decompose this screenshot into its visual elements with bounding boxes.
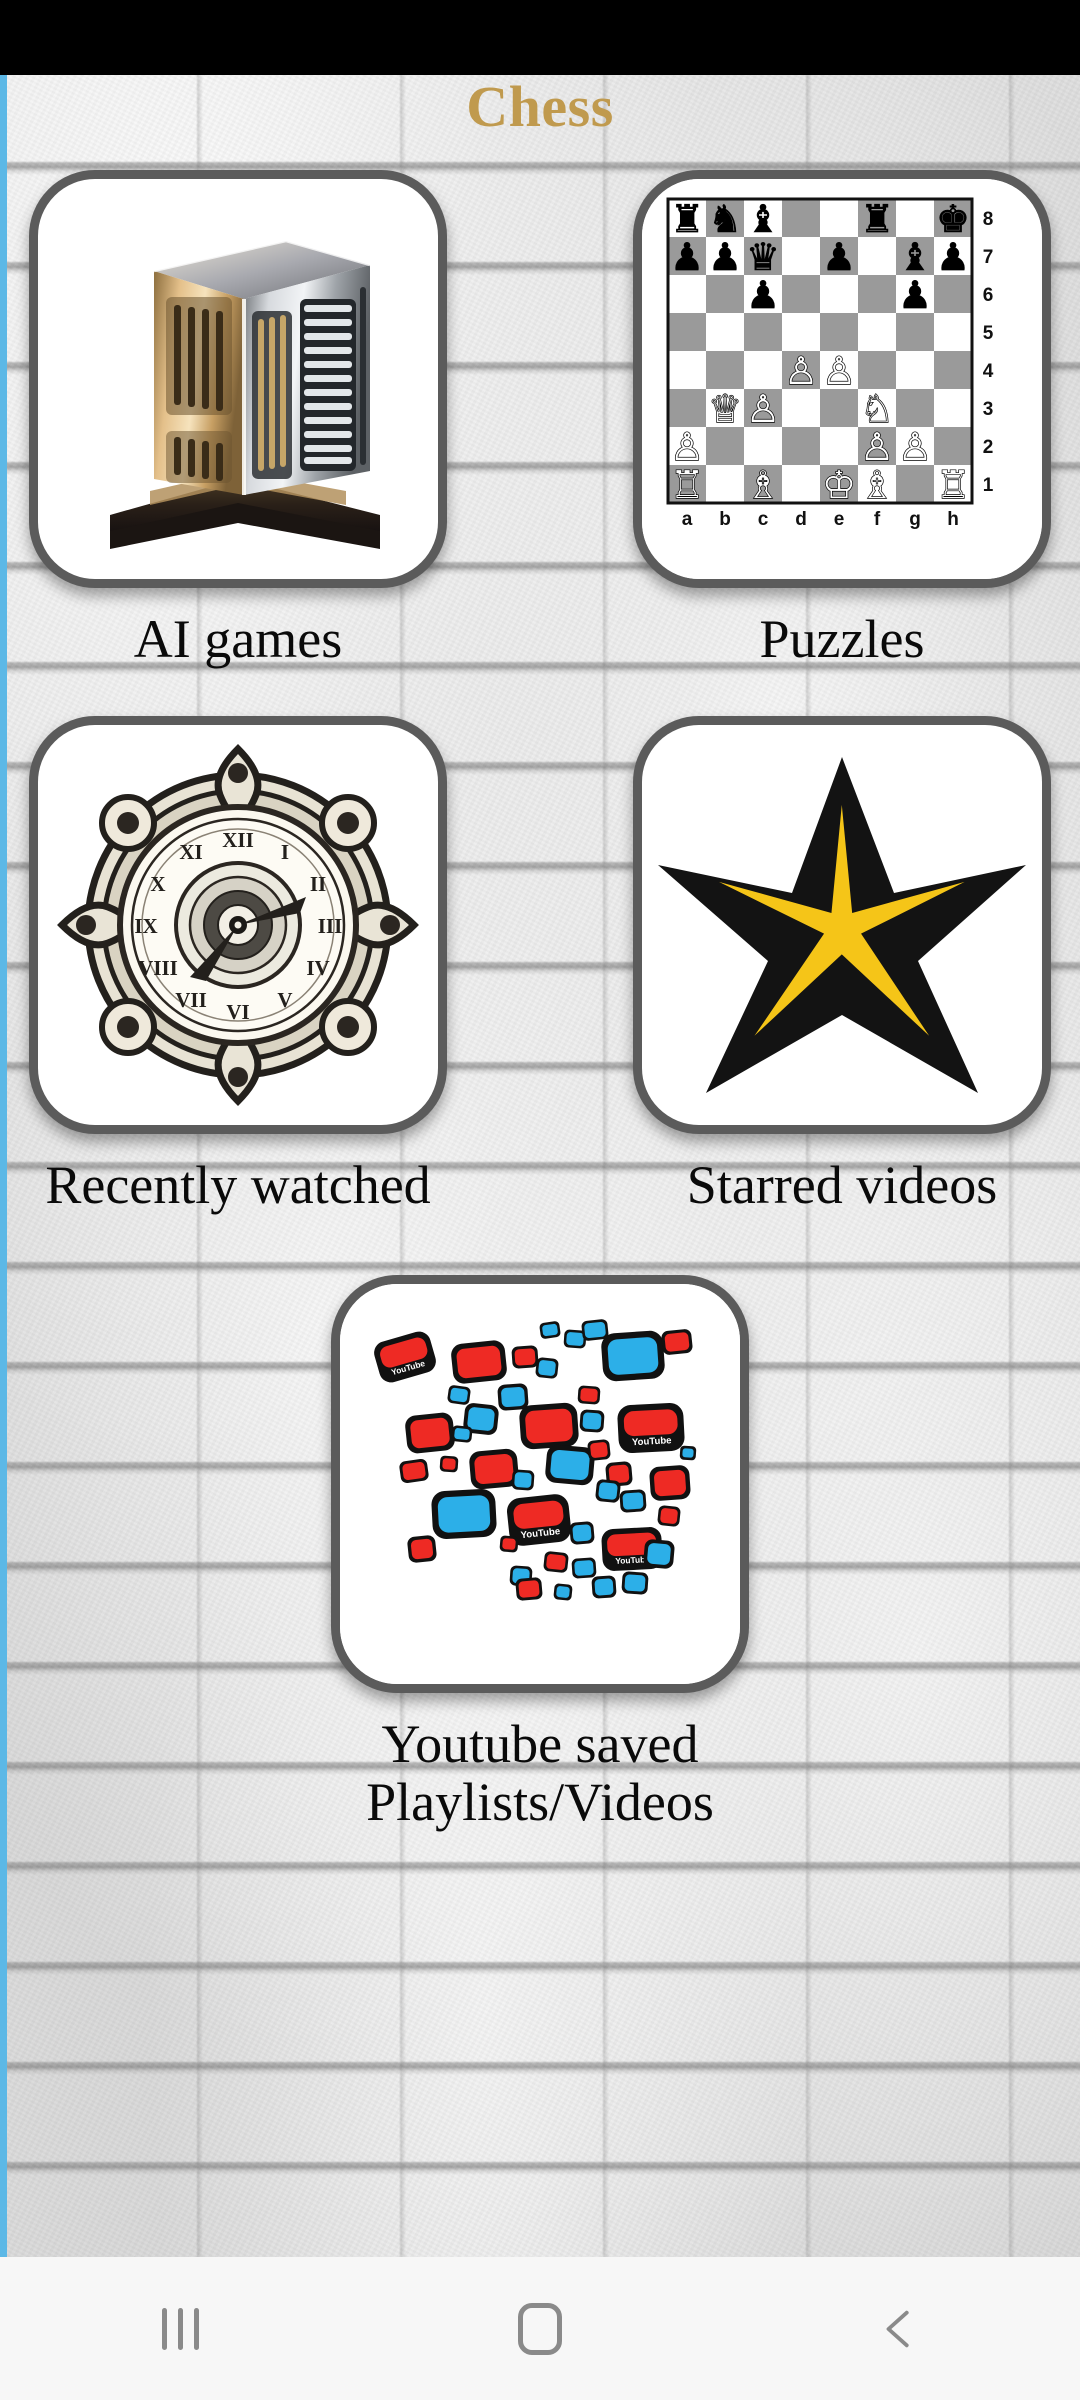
svg-text:♟: ♟ [746,273,780,317]
svg-text:VII: VII [175,988,207,1012]
svg-text:g: g [909,509,921,530]
tile-starred-videos[interactable]: Starred videos [633,716,1051,1216]
nav-recents-button[interactable] [0,2257,360,2400]
svg-text:♟: ♟ [936,235,970,279]
svg-text:8: 8 [983,209,994,230]
star-icon [658,757,1026,1094]
svg-text:♕: ♕ [708,387,742,431]
svg-text:I: I [281,840,289,864]
ornate-clock-icon: XII I II III IV V VI VII VIII IX X XI [57,744,419,1107]
svg-text:VIII: VIII [138,956,178,980]
svg-text:X: X [150,872,165,896]
svg-text:e: e [834,509,845,530]
svg-text:♙: ♙ [784,349,818,393]
svg-text:♜: ♜ [860,197,894,241]
svg-text:7: 7 [983,247,994,268]
svg-text:♙: ♙ [898,425,932,469]
server-tower-icon [110,239,380,549]
svg-text:IX: IX [134,914,157,938]
svg-text:h: h [947,509,959,530]
svg-text:c: c [758,509,769,530]
tile-puzzles[interactable]: ♜ ♞ ♝ ♜ ♚ ♟ ♟ ♛ ♟ ♝ ♟ ♟ ♟ ♙ ♙ ♕ ♙ ♘ ♙ ♙ ♙ ♖ ♗ ♔ ♗ ♖ 87654321abcde… [633,170,1051,668]
tiles-row: XII I II III IV V VI VII VIII IX X XI Re… [0,716,1080,1216]
svg-text:5: 5 [983,323,994,344]
tile-recently-watched-card[interactable]: XII I II III IV V VI VII VIII IX X XI [29,716,447,1135]
svg-text:IV: IV [306,956,329,980]
svg-text:♙: ♙ [822,349,856,393]
nav-home-button[interactable] [360,2257,720,2400]
tile-youtube-saved-card[interactable]: YouTube YouTube YouTube YouTube [331,1274,749,1693]
svg-text:d: d [795,509,807,530]
tile-label: Puzzles [759,609,925,669]
svg-text:♗: ♗ [860,463,894,507]
tile-ai-games[interactable]: AI games [29,170,447,668]
home-icon [518,2302,562,2355]
svg-text:II: II [310,872,326,896]
svg-text:♗: ♗ [746,463,780,507]
svg-text:♟: ♟ [822,235,856,279]
svg-text:♟: ♟ [898,273,932,317]
svg-text:a: a [682,509,693,530]
tile-recently-watched[interactable]: XII I II III IV V VI VII VIII IX X XI Re… [29,716,447,1216]
youtube-collage-icon: YouTubeYouTubeYouTubeYouTube [340,1283,740,1684]
svg-text:YouTube: YouTube [632,1435,672,1448]
nav-back-button[interactable] [720,2257,1080,2400]
tile-label: Youtube saved Playlists/Videos [366,1713,714,1832]
svg-text:III: III [318,914,343,938]
svg-text:b: b [719,509,731,530]
svg-text:♖: ♖ [936,463,970,507]
back-chevron-icon [886,2310,909,2347]
phone-screen: Chess AI games ♜ ♞ ♝ ♜ ♚ ♟ ♟ ♛ ♟ ♝ ♟ ♟ ♟… [0,0,1080,2400]
tile-puzzles-card[interactable]: ♜ ♞ ♝ ♜ ♚ ♟ ♟ ♛ ♟ ♝ ♟ ♟ ♟ ♙ ♙ ♕ ♙ ♘ ♙ ♙ ♙ ♖ ♗ ♔ ♗ ♖ 87654321abcde… [633,170,1051,588]
tile-starred-videos-card[interactable] [633,716,1051,1135]
svg-text:VI: VI [226,1000,249,1024]
svg-text:♙: ♙ [746,387,780,431]
page-title: Chess [466,74,614,139]
svg-text:f: f [874,509,881,530]
svg-text:V: V [277,988,292,1012]
svg-text:2: 2 [983,437,994,458]
tiles-grid: AI games ♜ ♞ ♝ ♜ ♚ ♟ ♟ ♛ ♟ ♝ ♟ ♟ ♟ ♙ ♙ ♕ ♙ ♘ ♙ ♙ ♙ ♖ ♗ ♔ ♗ ♖ 8765… [0,170,1080,1831]
svg-text:XII: XII [222,828,254,852]
svg-text:6: 6 [983,285,994,306]
tile-label: Starred videos [686,1155,998,1216]
svg-text:♟: ♟ [670,235,704,279]
recents-icon [161,2307,199,2350]
tile-label: Recently watched [45,1155,431,1216]
svg-text:4: 4 [983,361,994,382]
svg-text:♔: ♔ [822,463,856,507]
svg-text:XI: XI [179,840,202,864]
tiles-row: AI games ♜ ♞ ♝ ♜ ♚ ♟ ♟ ♛ ♟ ♝ ♟ ♟ ♟ ♙ ♙ ♕ ♙ ♘ ♙ ♙ ♙ ♖ ♗ ♔ ♗ ♖ 8765… [0,170,1080,668]
svg-text:♟: ♟ [708,235,742,279]
tiles-row: YouTube YouTube YouTube YouTube Youtube sav… [0,1274,1080,1832]
navigation-bar [0,2257,1080,2400]
tile-label: AI games [133,609,343,669]
svg-text:3: 3 [983,399,994,420]
tile-youtube-saved[interactable]: YouTube YouTube YouTube YouTube Youtube sav… [331,1274,749,1832]
status-bar [0,0,1080,75]
chessboard-icon: ♜ ♞ ♝ ♜ ♚♟ ♟ ♛ ♟ ♝ ♟♟ ♟♙ ♙♕ ♙ ♘♙ ♙ ♙♖ ♗ ♔ ♗ ♖ 87654321a b c d e… [642,179,1042,579]
tile-ai-games-card[interactable] [29,170,447,588]
svg-text:1: 1 [983,475,994,496]
svg-text:♖: ♖ [670,463,704,507]
